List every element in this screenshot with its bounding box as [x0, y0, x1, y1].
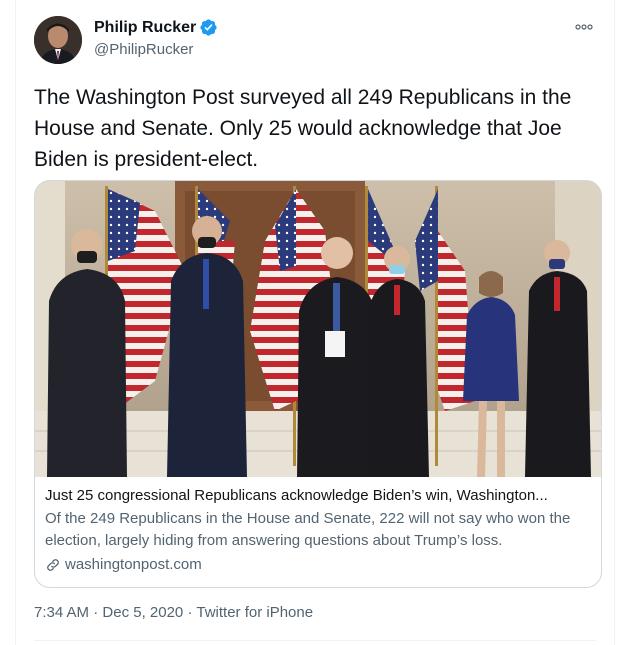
link-card[interactable]: Just 25 congressional Republicans acknow…	[34, 180, 602, 588]
separator-dot: ·	[187, 604, 193, 621]
divider	[34, 640, 596, 641]
card-domain-text: washingtonpost.com	[65, 556, 202, 573]
tweet-timestamp: 7:34 AM · Dec 5, 2020 · Twitter for iPho…	[34, 604, 313, 621]
tweet-text: The Washington Post surveyed all 249 Rep…	[34, 86, 572, 171]
tweet-time[interactable]: 7:34 AM	[34, 604, 89, 621]
author-name[interactable]: Philip Rucker	[94, 19, 196, 37]
more-options-icon[interactable]	[572, 18, 596, 36]
card-domain[interactable]: washingtonpost.com	[45, 555, 593, 575]
link-icon	[45, 557, 61, 573]
avatar[interactable]	[34, 16, 82, 64]
card-meta: Just 25 congressional Republicans acknow…	[45, 485, 593, 575]
card-title[interactable]: Just 25 congressional Republicans acknow…	[45, 485, 593, 507]
card-description: Of the 249 Republicans in the House and …	[45, 510, 571, 549]
tweet: Philip Rucker @PhilipRucker The Washingt…	[15, 0, 615, 645]
author-row: Philip Rucker	[94, 18, 218, 37]
tweet-source[interactable]: Twitter for iPhone	[196, 604, 313, 621]
separator-dot: ·	[93, 604, 99, 621]
verified-badge-icon	[199, 18, 218, 37]
tweet-date[interactable]: Dec 5, 2020	[102, 604, 183, 621]
author-handle[interactable]: @PhilipRucker	[94, 41, 193, 58]
card-image[interactable]	[35, 181, 601, 477]
